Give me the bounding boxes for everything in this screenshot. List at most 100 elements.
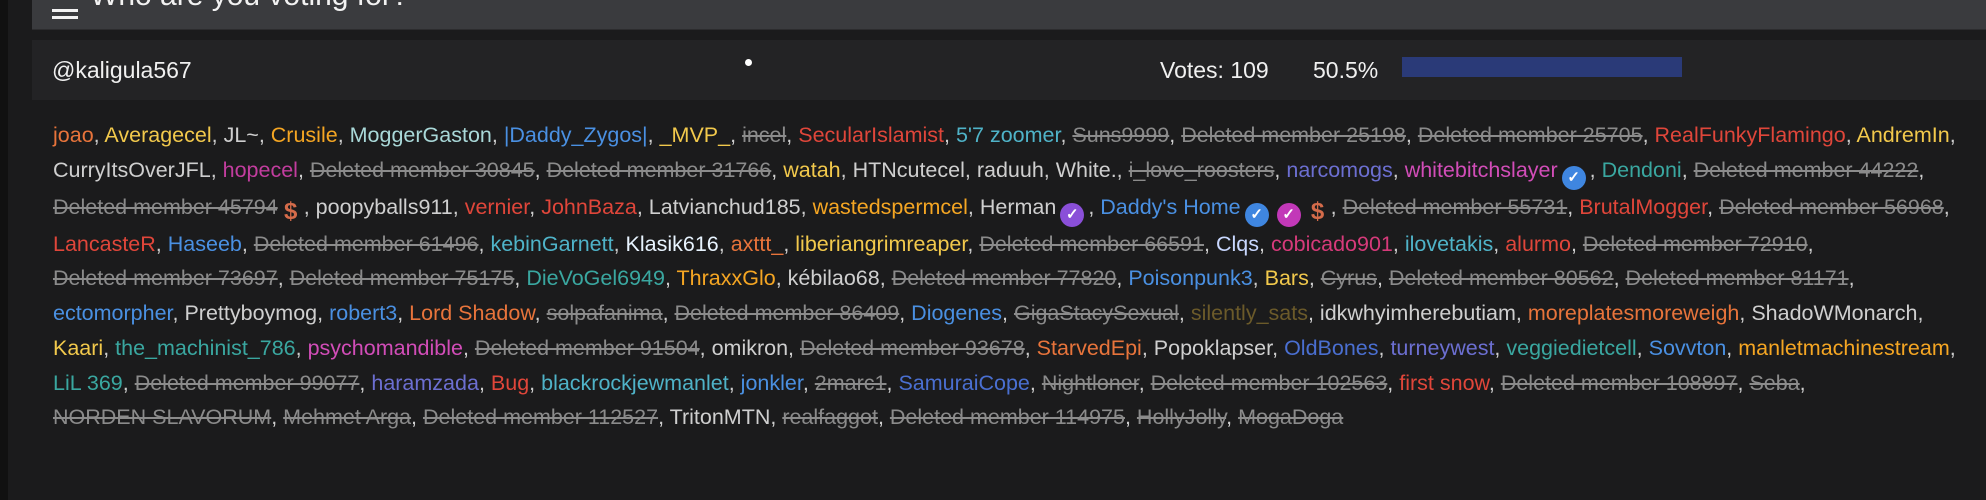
voter-name[interactable]: Diogenes — [911, 301, 1002, 325]
voter-name[interactable]: Clqs — [1216, 232, 1259, 256]
voter-name[interactable]: Haseeb — [168, 232, 242, 256]
voter-name[interactable]: kebinGarnett — [490, 232, 613, 256]
voter-name[interactable]: Nightloner — [1042, 371, 1139, 395]
voter-name[interactable]: ThraxxGlo — [677, 266, 776, 290]
voter-name[interactable]: Deleted member 112527 — [423, 405, 658, 429]
voter-name[interactable]: Mehmet Arga — [283, 405, 411, 429]
voter-name[interactable]: Suns9999 — [1072, 123, 1169, 147]
voter-name[interactable]: veggiedietcell — [1506, 336, 1636, 360]
voter-name[interactable]: Deleted member 45794 — [53, 195, 278, 219]
voter-name[interactable]: SecularIslamist — [798, 123, 944, 147]
voter-name[interactable]: 2marc1 — [815, 371, 887, 395]
voter-name[interactable]: first snow — [1399, 371, 1489, 395]
voter-name[interactable]: Deleted member 61496 — [254, 232, 479, 256]
candidate-username[interactable]: @kaligula567 — [52, 57, 192, 84]
voter-name[interactable]: jonkler — [741, 371, 803, 395]
voter-name[interactable]: Deleted member 55731 — [1343, 195, 1568, 219]
voter-name[interactable]: axttt_ — [731, 232, 784, 256]
voter-name[interactable]: joao — [53, 123, 94, 147]
voter-name[interactable]: the_machinist_786 — [115, 336, 295, 360]
voter-name[interactable]: RealFunkyFlamingo — [1655, 123, 1846, 147]
voter-name[interactable]: Sovvton — [1649, 336, 1727, 360]
voter-name[interactable]: Prettyboymog — [184, 301, 317, 325]
voter-name[interactable]: NORDEN SLAVORUM — [53, 405, 271, 429]
voter-name[interactable]: White. — [1056, 158, 1117, 182]
voter-name[interactable]: psychomandible — [308, 336, 463, 360]
voter-name[interactable]: Deleted member 25198 — [1181, 123, 1406, 147]
voter-name[interactable]: blackrockjewmanlet — [541, 371, 729, 395]
voter-name[interactable]: Lord Shadow — [409, 301, 535, 325]
voter-name[interactable]: Kaari — [53, 336, 103, 360]
voter-name[interactable]: Latvianchud185 — [649, 195, 801, 219]
voter-name[interactable]: JohnBaza — [541, 195, 637, 219]
voter-name[interactable]: Deleted member 77820 — [892, 266, 1117, 290]
voter-name[interactable]: Deleted member 114975 — [890, 405, 1125, 429]
voter-name[interactable]: Deleted member 44222 — [1694, 158, 1919, 182]
voter-name[interactable]: Deleted member 102563 — [1151, 371, 1388, 395]
voter-name[interactable]: cobicado901 — [1271, 232, 1393, 256]
voter-name[interactable]: narcomogs — [1286, 158, 1392, 182]
voter-name[interactable]: Deleted member 75175 — [290, 266, 515, 290]
voter-name[interactable]: turneywest — [1390, 336, 1494, 360]
voter-name[interactable]: omikron — [712, 336, 788, 360]
voter-name[interactable]: ShadoWMonarch — [1751, 301, 1917, 325]
voter-name[interactable]: Herman — [980, 195, 1056, 219]
voter-name[interactable]: GigaStacySexual — [1014, 301, 1179, 325]
voter-name[interactable]: DieVoGel6949 — [526, 266, 665, 290]
voter-name[interactable]: LancasteR — [53, 232, 156, 256]
voter-name[interactable]: Deleted member 93678 — [800, 336, 1025, 360]
voter-name[interactable]: idkwhyimherebutiam — [1320, 301, 1516, 325]
voter-name[interactable]: Deleted member 56968 — [1719, 195, 1944, 219]
voter-name[interactable]: AndremIn — [1856, 123, 1949, 147]
voter-name[interactable]: CurryItsOverJFL — [53, 158, 211, 182]
voter-name[interactable]: Averagecel — [104, 123, 211, 147]
voter-name[interactable]: 5'7 zoomer — [956, 123, 1061, 147]
voter-name[interactable]: Deleted member 81171 — [1626, 266, 1849, 290]
voter-name[interactable]: MoggerGaston — [350, 123, 492, 147]
voter-name[interactable]: Deleted member 80562 — [1389, 266, 1614, 290]
voter-name[interactable]: liberiangrimreaper — [795, 232, 967, 256]
voter-name[interactable]: Bars — [1265, 266, 1309, 290]
voter-name[interactable]: i_love_roosters — [1129, 158, 1275, 182]
voter-name[interactable]: |Daddy_Zygos| — [504, 123, 648, 147]
voter-name[interactable]: Cyrus — [1321, 266, 1377, 290]
voter-name[interactable]: Deleted member 72910 — [1583, 232, 1808, 256]
voter-name[interactable]: kébilao68 — [788, 266, 880, 290]
voter-name[interactable]: LiL 369 — [53, 371, 123, 395]
voter-name[interactable]: Deleted member 30845 — [310, 158, 535, 182]
voter-name[interactable]: haramzada — [371, 371, 479, 395]
voter-name[interactable]: Deleted member 99077 — [135, 371, 360, 395]
voter-name[interactable]: solpafanima — [547, 301, 663, 325]
voter-name[interactable]: JL~ — [224, 123, 259, 147]
voter-name[interactable]: Klasik616 — [626, 232, 719, 256]
voter-name[interactable]: poopyballs911 — [316, 195, 453, 219]
voter-name[interactable]: HTNcutecel — [853, 158, 965, 182]
voter-name[interactable]: HollyJolly — [1137, 405, 1226, 429]
voter-name[interactable]: incel — [742, 123, 786, 147]
voter-name[interactable]: ilovetakis — [1405, 232, 1493, 256]
voter-name[interactable]: realfaggot — [782, 405, 878, 429]
voter-name[interactable]: silently_sats — [1191, 301, 1308, 325]
voter-name[interactable]: TritonMTN — [670, 405, 771, 429]
voter-name[interactable]: Deleted member 25705 — [1418, 123, 1643, 147]
voter-name[interactable]: ectomorpher — [53, 301, 173, 325]
voter-name[interactable]: SamuraiCope — [898, 371, 1029, 395]
voter-name[interactable]: Deleted member 66591 — [979, 232, 1204, 256]
voter-name[interactable]: Popoklapser — [1154, 336, 1272, 360]
voter-name[interactable]: Seba — [1749, 371, 1799, 395]
voter-name[interactable]: vernier — [465, 195, 530, 219]
voter-name[interactable]: wastedspermcel — [813, 195, 968, 219]
voter-name[interactable]: Deleted member 91504 — [475, 336, 700, 360]
voter-name[interactable]: watah — [783, 158, 840, 182]
voter-name[interactable]: whitebitchslayer — [1405, 158, 1558, 182]
voter-name[interactable]: StarvedEpi — [1037, 336, 1142, 360]
voter-name[interactable]: Bug — [491, 371, 529, 395]
voter-name[interactable]: Deleted member 73697 — [53, 266, 278, 290]
voter-name[interactable]: robert3 — [329, 301, 397, 325]
voter-name[interactable]: raduuh — [977, 158, 1044, 182]
voter-name[interactable]: moreplatesmoreweigh — [1528, 301, 1740, 325]
voter-name[interactable]: Crusile — [271, 123, 338, 147]
voter-name[interactable]: alurmo — [1505, 232, 1571, 256]
voter-name[interactable]: hopecel — [223, 158, 298, 182]
voter-name[interactable]: Dendoni — [1602, 158, 1682, 182]
